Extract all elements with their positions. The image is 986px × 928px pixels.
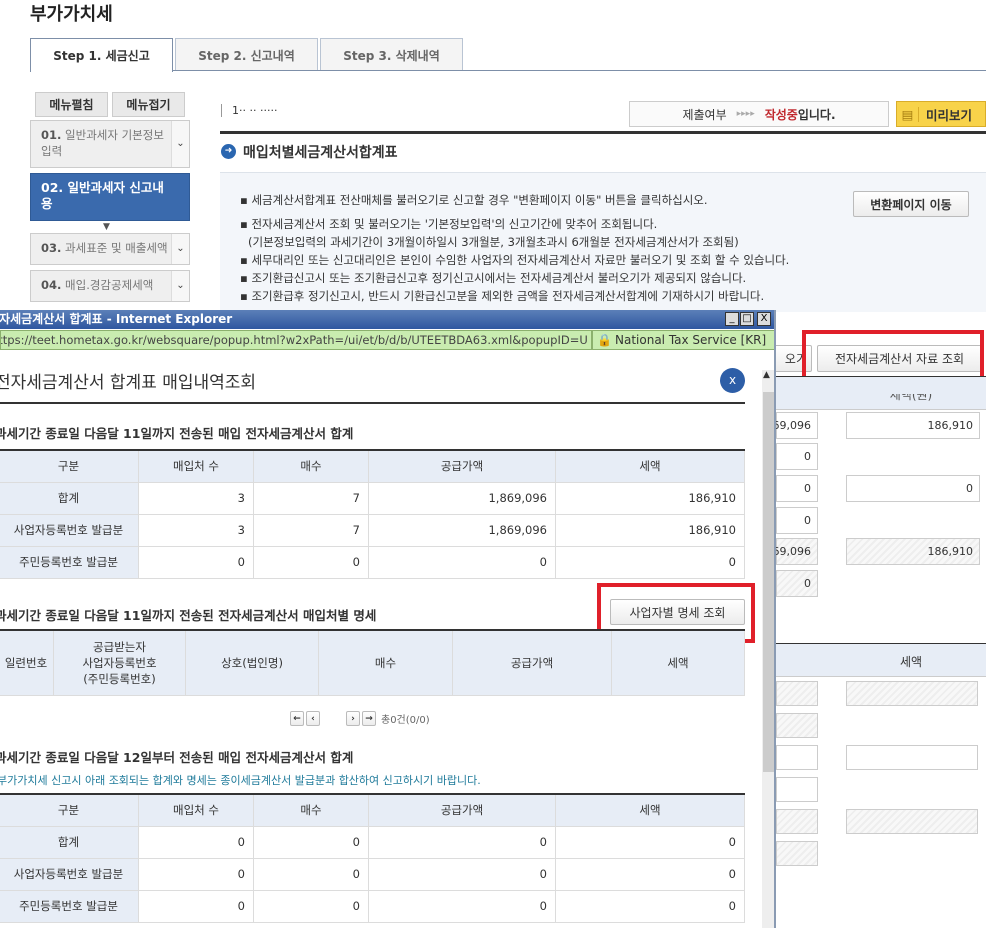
summary-table-1: 구분 매입처 수 매수 공급가액 세액 합계 3 7 1,869,096 186,910 사업자… — [0, 449, 745, 579]
page-title: 부가가치세 — [30, 4, 113, 25]
summary-table-2: 구분 매입처 수 매수 공급가액 세액 합계 0 0 0 0 사업자등록번호 발급분 0 0 0 0 주… — [0, 793, 745, 923]
tax-field[interactable]: 0 — [846, 475, 980, 502]
tax-field: 186,910 — [846, 538, 980, 565]
status-suffix: 입니다. — [797, 107, 836, 122]
amount-field: 0 — [776, 570, 818, 597]
menu-collapse-button[interactable]: 메뉴접기 — [112, 92, 185, 117]
tab-step3[interactable]: Step 3. 삭제내역 — [320, 38, 463, 71]
detail-table: 일련번호 공급받는자 사업자등록번호 (주민등록번호) 상호(법인명) 매수 공급가액 세… — [0, 629, 745, 696]
tax-header-2: 세액 — [899, 655, 923, 669]
submission-status: 제출여부 ▸▸▸▸ 작성중입니다. — [629, 101, 889, 127]
tab-step2[interactable]: Step 2. 신고내역 — [175, 38, 318, 71]
table-row: 사업자등록번호 발급분 3 7 1,869,096 186,910 — [0, 513, 745, 547]
document-icon: ▤ — [897, 106, 919, 122]
menu-expand-button[interactable]: 메뉴펼침 — [35, 92, 108, 117]
sidebar-item-tax-base[interactable]: 03. 과세표준 및 매출세액 ⌄ — [30, 233, 190, 265]
status-label: 제출여부 — [682, 107, 727, 122]
scrollbar[interactable]: ▲ — [762, 370, 774, 928]
section3-title: 과세기간 종료일 다음달 12일부터 전송된 매입 전자세금계산서 합계 — [0, 750, 354, 765]
table-header: 구분 매입처 수 매수 공급가액 세액 — [0, 793, 745, 827]
sidebar-item-deduction[interactable]: 04. 매입.경감공제세액 ⌄ — [30, 270, 190, 302]
table-row: 주민등록번호 발급분 0 0 0 0 — [0, 889, 745, 923]
input-field[interactable] — [776, 777, 818, 802]
table-header: 일련번호 공급받는자 사업자등록번호 (주민등록번호) 상호(법인명) 매수 공급가액 세… — [0, 629, 745, 696]
table-row: 합계 0 0 0 0 — [0, 825, 745, 859]
divider — [220, 131, 986, 134]
notice-line: ▪ 세무대리인 또는 신고대리인은 본인이 수임한 사업자의 전자세금계산서 자… — [240, 253, 790, 267]
popup-window: 전자세금계산서 합계표 - Internet Explorer _ □ X ht… — [0, 310, 776, 928]
amount-field[interactable]: 0 — [776, 507, 818, 534]
window-titlebar: 전자세금계산서 합계표 - Internet Explorer — [0, 310, 774, 329]
table-row: 사업자등록번호 발급분 0 0 0 0 — [0, 857, 745, 891]
lock-icon: 🔒 — [597, 333, 612, 347]
amount-field[interactable]: 69,096 — [773, 412, 818, 439]
step-number: 02. — [41, 180, 64, 195]
notice-line: (기본정보입력의 과세기간이 3개월이하일시 3개월분, 3개월초과시 6개월분… — [248, 235, 739, 249]
security-badge[interactable]: 🔒 National Tax Service [KR] — [592, 330, 774, 350]
close-window-button[interactable]: X — [757, 312, 771, 326]
last-page-button[interactable]: → — [362, 711, 376, 726]
notice-line: ▪ 전자세금계산서 조회 및 불러오기는 '기본정보입력'의 신고기간에 맞추어… — [240, 217, 658, 231]
input-field[interactable] — [776, 745, 818, 770]
convert-page-button[interactable]: 변환페이지 이동 — [853, 191, 969, 217]
table-row: 합계 3 7 1,869,096 186,910 — [0, 481, 745, 515]
chevron-down-icon[interactable]: ⌄ — [171, 271, 189, 301]
close-icon[interactable]: x — [720, 368, 745, 393]
section3-note: 부가가치세 신고시 아래 조회되는 합계와 명세는 종이세금계산서 발급분과 합… — [0, 774, 481, 787]
address-bar[interactable]: https://teet.hometax.go.kr/websquare/pop… — [0, 330, 592, 350]
table-row: 주민등록번호 발급분 0 0 0 0 — [0, 545, 745, 579]
prev-page-button[interactable]: ‹ — [306, 711, 320, 726]
step-number: 03. — [41, 241, 62, 255]
notice-line: ▪ 조기환급후 정기신고시, 반드시 기환급신고분을 제외한 금액을 전자세금계… — [240, 289, 765, 303]
first-page-button[interactable]: ← — [290, 711, 304, 726]
tab-step1[interactable]: Step 1. 세금신고 — [30, 38, 173, 72]
pagination: ← ‹ › → 총0건(0/0) — [290, 711, 430, 726]
chevron-down-icon[interactable]: ⌄ — [171, 234, 189, 264]
status-value: 작성중 — [764, 107, 798, 122]
step-number: 04. — [41, 278, 62, 292]
notice-line: ▪ 조기환급신고시 또는 조기환급신고후 정기신고시에서는 전자세금계산서 불러… — [240, 271, 747, 285]
sidebar-item-report[interactable]: 02. 일반과세자 신고내용 — [30, 173, 190, 221]
amount-field[interactable]: 0 — [776, 475, 818, 502]
page-count: 총0건(0/0) — [381, 715, 430, 726]
scroll-up-icon: ▲ — [763, 370, 770, 380]
minimize-button[interactable]: _ — [725, 312, 739, 326]
business-number: 1·· ·· ····· — [221, 104, 277, 117]
arrow-down-icon: ▼ — [103, 222, 110, 232]
arrows-icon: ▸▸▸▸ — [736, 109, 755, 119]
popup-heading: 전자세금계산서 합계표 매입내역조회 — [0, 373, 257, 393]
sidebar-item-basic-info[interactable]: 01. 일반과세자 기본정보 입력 ⌄ — [30, 120, 190, 168]
sidebar-item-label: 매입.경감공제세액 — [65, 278, 154, 292]
section1-title: 과세기간 종료일 다음달 11일까지 전송된 매입 전자세금계산서 합계 — [0, 426, 354, 441]
tax-field[interactable]: 186,910 — [846, 412, 980, 439]
sidebar-item-label: 과세표준 및 매출세액 — [65, 241, 168, 255]
input-field[interactable] — [846, 745, 978, 770]
preview-button[interactable]: ▤ 미리보기 — [896, 101, 986, 127]
maximize-button[interactable]: □ — [740, 312, 754, 326]
step-number: 01. — [41, 128, 62, 142]
table-header: 구분 매입처 수 매수 공급가액 세액 — [0, 449, 745, 483]
arrow-circle-icon: ➜ — [221, 144, 236, 159]
preview-label: 미리보기 — [926, 107, 973, 123]
chevron-down-icon[interactable]: ⌄ — [171, 121, 189, 167]
amount-field[interactable]: 0 — [776, 443, 818, 470]
next-page-button[interactable]: › — [346, 711, 360, 726]
section2-title: 과세기간 종료일 다음달 11일까지 전송된 전자세금계산서 매입처별 명세 — [0, 608, 377, 623]
amount-field: 69,096 — [773, 538, 818, 565]
tab-divider — [30, 70, 986, 71]
section-title: 매입처별세금계산서합계표 — [243, 145, 398, 161]
